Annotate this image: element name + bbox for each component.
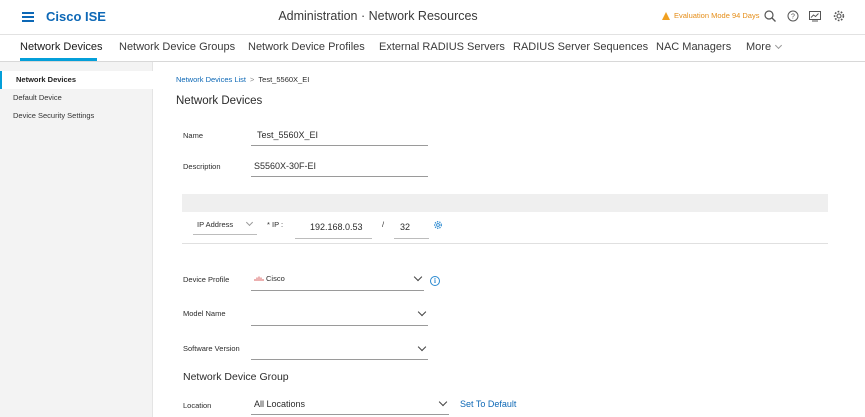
tab-bar: Network Devices Network Device Groups Ne… — [0, 35, 865, 62]
info-icon[interactable]: i — [430, 276, 440, 286]
sidebar-item-device-security-settings[interactable]: Device Security Settings — [0, 107, 153, 125]
tab-more-label: More — [746, 41, 772, 53]
tab-external-radius-servers[interactable]: External RADIUS Servers — [379, 41, 505, 53]
set-to-default-link[interactable]: Set To Default — [460, 399, 516, 409]
chevron-down-icon — [774, 41, 783, 50]
software-version-underline — [251, 359, 428, 360]
chevron-down-icon[interactable] — [438, 397, 448, 407]
description-underline — [251, 176, 428, 177]
ip-section-divider — [182, 243, 828, 244]
description-field[interactable]: S5560X-30F-EI — [254, 161, 316, 171]
ip-label: * IP : — [267, 220, 284, 229]
evaluation-text: Evaluation Mode 94 Days — [674, 11, 760, 20]
name-label: Name — [183, 131, 204, 140]
subnet-mask-input[interactable]: 32 — [400, 222, 410, 232]
breadcrumb: Network Devices List > Test_5560X_EI — [176, 75, 309, 84]
breadcrumb-separator: > — [250, 75, 255, 84]
device-profile-label: Device Profile — [183, 275, 230, 284]
tab-more[interactable]: More — [746, 41, 783, 53]
breadcrumb-link[interactable]: Network Devices List — [176, 75, 246, 84]
ip-section-header — [182, 194, 828, 212]
page-heading: Administration · Network Resources — [278, 9, 478, 23]
cisco-logo-icon — [254, 276, 264, 281]
ip-type-select[interactable]: IP Address — [197, 220, 233, 229]
breadcrumb-current: Test_5560X_EI — [258, 75, 310, 84]
ip-slash: / — [382, 220, 385, 229]
description-label: Description — [183, 162, 221, 171]
search-icon[interactable] — [763, 9, 777, 23]
main-content: Network Devices List > Test_5560X_EI Netwo… — [153, 62, 865, 417]
active-tab-indicator — [20, 58, 97, 61]
sidebar: Network Devices Default Device Device Se… — [0, 62, 153, 417]
ip-address-input[interactable]: 192.168.0.53 — [310, 222, 363, 232]
location-label: Location — [183, 401, 212, 410]
model-name-underline — [251, 325, 428, 326]
ip-address-underline — [295, 238, 372, 239]
svg-text:?: ? — [791, 14, 795, 21]
chevron-down-icon[interactable] — [417, 307, 427, 317]
tab-radius-server-sequences[interactable]: RADIUS Server Sequences — [513, 41, 648, 53]
ndg-section-title: Network Device Group — [183, 371, 289, 383]
subnet-mask-underline — [394, 238, 429, 239]
device-profile-underline — [251, 290, 424, 291]
tab-network-devices[interactable]: Network Devices — [20, 41, 103, 53]
software-version-label: Software Version — [183, 344, 240, 353]
sidebar-item-network-devices[interactable]: Network Devices — [0, 71, 153, 89]
evaluation-badge[interactable]: Evaluation Mode 94 Days — [662, 11, 759, 20]
settings-icon[interactable] — [832, 9, 846, 23]
chevron-down-icon[interactable] — [413, 272, 423, 282]
name-underline — [251, 145, 428, 146]
location-select[interactable]: All Locations — [254, 399, 305, 409]
chevron-down-icon[interactable] — [417, 342, 427, 352]
tab-network-device-groups[interactable]: Network Device Groups — [119, 41, 235, 53]
device-profile-select[interactable]: Cisco — [266, 274, 285, 283]
sidebar-item-default-device[interactable]: Default Device — [0, 89, 153, 107]
warning-icon — [662, 11, 670, 20]
tab-nac-managers[interactable]: NAC Managers — [656, 41, 731, 53]
help-icon[interactable]: ? — [786, 9, 800, 23]
dashboard-icon[interactable] — [808, 9, 822, 23]
top-header: Cisco ISE Administration · Network Resou… — [0, 0, 865, 35]
tab-network-device-profiles[interactable]: Network Device Profiles — [248, 41, 365, 53]
page-title: Network Devices — [176, 95, 263, 107]
gear-icon[interactable] — [433, 220, 443, 230]
location-underline — [251, 414, 449, 415]
chevron-down-icon — [245, 218, 254, 227]
model-name-label: Model Name — [183, 309, 226, 318]
ip-type-underline — [193, 234, 257, 235]
name-field[interactable]: Test_5560X_EI — [257, 130, 318, 140]
